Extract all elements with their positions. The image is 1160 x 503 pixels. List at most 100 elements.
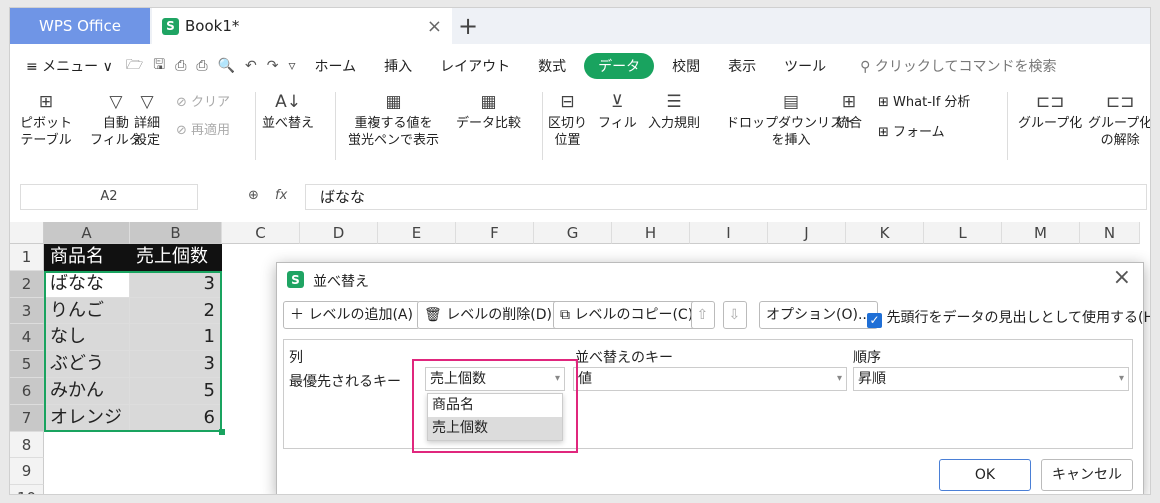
- save-icon[interactable]: 🖫: [148, 54, 170, 78]
- consolidate-button[interactable]: ⊞ 統合: [836, 94, 862, 132]
- row-header-9[interactable]: 9: [10, 458, 44, 486]
- row-header-1[interactable]: 1: [10, 244, 44, 271]
- move-down-button[interactable]: ⇩: [723, 301, 747, 329]
- dialog-close-icon[interactable]: ×: [1113, 265, 1131, 290]
- validation-button[interactable]: ☰ 入力規則: [648, 94, 700, 132]
- tab-wps-office[interactable]: WPS Office: [10, 8, 150, 44]
- data-cell[interactable]: ばなな: [44, 270, 130, 298]
- column-header-A[interactable]: A: [44, 222, 130, 244]
- column-header-B[interactable]: B: [130, 222, 222, 244]
- move-up-button[interactable]: ⇧: [691, 301, 715, 329]
- group-button[interactable]: ⊏⊐ グループ化: [1018, 94, 1082, 132]
- cancel-button[interactable]: キャンセル: [1041, 459, 1133, 491]
- add-level-button[interactable]: ＋ レベルの追加(A): [283, 301, 420, 329]
- column-header-G[interactable]: G: [534, 222, 612, 244]
- tab-view[interactable]: 表示: [714, 56, 770, 76]
- row-header-3[interactable]: 3: [10, 297, 44, 325]
- what-if-button[interactable]: ⊞ What-If 分析: [878, 94, 970, 111]
- data-cell[interactable]: りんご: [44, 297, 130, 325]
- sort-key-value: 値: [578, 371, 592, 387]
- tab-book1[interactable]: S Book1* ×: [152, 8, 452, 44]
- data-cell[interactable]: ぶどう: [44, 351, 130, 378]
- column-header-J[interactable]: J: [768, 222, 846, 244]
- tab-formula[interactable]: 数式: [524, 56, 580, 76]
- column-header-H[interactable]: H: [612, 222, 690, 244]
- select-all-corner[interactable]: [10, 222, 44, 244]
- header-cell[interactable]: 売上個数: [130, 244, 222, 271]
- command-search[interactable]: ⚲ クリックしてコマンドを検索: [860, 56, 1056, 76]
- fill-handle[interactable]: [219, 428, 225, 435]
- column-header-I[interactable]: I: [690, 222, 768, 244]
- data-cell[interactable]: 6: [130, 404, 222, 432]
- print-icon[interactable]: ⎙: [191, 58, 212, 74]
- tab-review[interactable]: 校閲: [658, 56, 714, 76]
- main-menu-button[interactable]: ≡ メニュー ∨: [10, 56, 121, 76]
- column-header-E[interactable]: E: [378, 222, 456, 244]
- advanced-filter-button[interactable]: ▽ 詳細 設定: [134, 94, 160, 149]
- export-icon[interactable]: ⎙: [170, 58, 191, 74]
- data-cell[interactable]: 5: [130, 378, 222, 405]
- ungroup-button[interactable]: ⊏⊐ グループ化 の解除: [1088, 94, 1150, 149]
- add-tab-icon[interactable]: +: [458, 12, 478, 40]
- form-button[interactable]: ⊞ フォーム: [878, 124, 945, 141]
- order-header: 順序: [853, 350, 881, 366]
- column-header-L[interactable]: L: [924, 222, 1002, 244]
- clear-filter-button[interactable]: ⊘ クリア: [176, 94, 230, 111]
- tab-tools[interactable]: ツール: [770, 56, 840, 76]
- data-cell[interactable]: 2: [130, 297, 222, 325]
- row-header-5[interactable]: 5: [10, 351, 44, 378]
- copy-icon: ⧉: [560, 307, 575, 323]
- row-header-8[interactable]: 8: [10, 431, 44, 459]
- column-header-C[interactable]: C: [222, 222, 300, 244]
- text-to-columns-button[interactable]: ⊟ 区切り 位置: [548, 94, 587, 149]
- formula-input[interactable]: ばなな: [305, 184, 1147, 210]
- order-select[interactable]: 昇順 ▾: [853, 367, 1129, 391]
- row-header-6[interactable]: 6: [10, 378, 44, 405]
- quick-access-dropdown-icon[interactable]: ▿: [284, 58, 301, 74]
- wps-window: WPS Office S Book1* × + ≡ メニュー ∨ 🗁 🖫 ⎙ ⎙…: [9, 7, 1151, 495]
- tab-data[interactable]: データ: [584, 53, 655, 79]
- column-header-F[interactable]: F: [456, 222, 534, 244]
- close-tab-icon[interactable]: ×: [427, 16, 442, 37]
- sort-key-select[interactable]: 値 ▾: [573, 367, 847, 391]
- clear-icon: ⊘: [176, 95, 192, 110]
- row-header-10[interactable]: 10: [10, 485, 44, 494]
- column-header-N[interactable]: N: [1080, 222, 1140, 244]
- fx-icon[interactable]: fx: [275, 188, 287, 203]
- undo-icon[interactable]: ↶: [240, 58, 262, 74]
- copy-level-button[interactable]: ⧉ レベルのコピー(C): [553, 301, 701, 329]
- data-cell[interactable]: 3: [130, 270, 222, 298]
- fill-button[interactable]: ⊻ フィル: [598, 94, 637, 132]
- row-header-2[interactable]: 2: [10, 270, 44, 298]
- highlight-duplicates-button[interactable]: ▦ 重複する値を 蛍光ペンで表示: [348, 94, 439, 149]
- column-header-M[interactable]: M: [1002, 222, 1080, 244]
- tab-layout[interactable]: レイアウト: [426, 56, 524, 76]
- data-cell[interactable]: 1: [130, 324, 222, 352]
- data-cell[interactable]: みかん: [44, 378, 130, 405]
- compare-data-button[interactable]: ▦ データ比較: [456, 94, 521, 132]
- header-row-checkbox[interactable]: ✓ 先頭行をデータの見出しとして使用する(H): [867, 307, 1150, 328]
- data-cell[interactable]: オレンジ: [44, 404, 130, 432]
- row-header-4[interactable]: 4: [10, 324, 44, 352]
- row-header-7[interactable]: 7: [10, 404, 44, 432]
- data-cell[interactable]: 3: [130, 351, 222, 378]
- compare-icon: ▦: [480, 92, 497, 112]
- plus-icon: ＋: [290, 307, 309, 323]
- zoom-icon[interactable]: ⊕: [248, 188, 259, 203]
- tab-insert[interactable]: 挿入: [370, 56, 426, 76]
- reapply-button[interactable]: ⊘ 再適用: [176, 122, 230, 139]
- pivot-table-button[interactable]: ⊞ ピボット テーブル: [20, 94, 72, 149]
- column-header-K[interactable]: K: [846, 222, 924, 244]
- options-button[interactable]: オプション(O)...: [759, 301, 879, 329]
- delete-level-button[interactable]: 🗑 レベルの削除(D): [417, 301, 559, 329]
- preview-icon[interactable]: 🔍: [213, 58, 240, 74]
- ok-button[interactable]: OK: [939, 459, 1031, 491]
- name-box[interactable]: A2: [20, 184, 198, 210]
- data-cell[interactable]: なし: [44, 324, 130, 352]
- open-icon[interactable]: 🗁: [121, 54, 148, 78]
- tab-home[interactable]: ホーム: [301, 56, 371, 76]
- redo-icon[interactable]: ↷: [262, 58, 284, 74]
- column-header-D[interactable]: D: [300, 222, 378, 244]
- header-cell[interactable]: 商品名: [44, 244, 130, 271]
- sort-button[interactable]: A↓ 並べ替え: [262, 94, 314, 132]
